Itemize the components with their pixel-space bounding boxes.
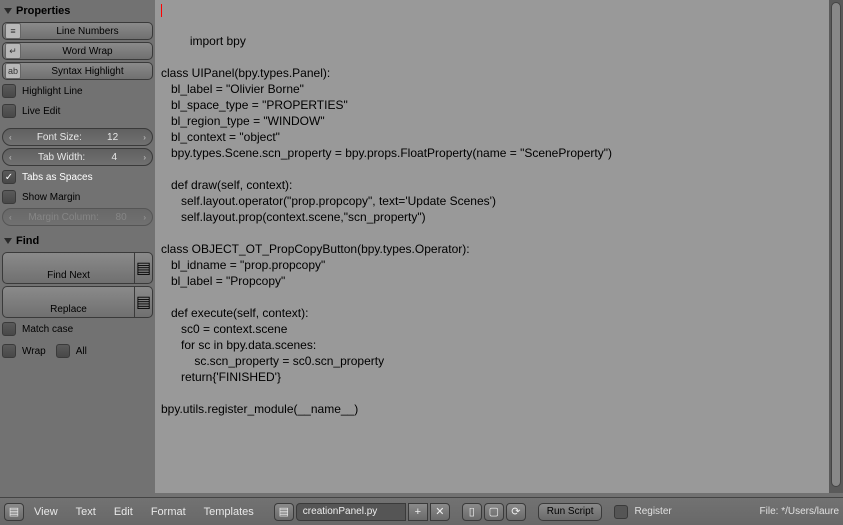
tab-width-field[interactable]: ‹ Tab Width: 4 › <box>2 148 153 166</box>
triangle-down-icon <box>4 238 12 244</box>
all-label: All <box>76 346 87 357</box>
footer-bar: ▤ View Text Edit Format Templates ▤ crea… <box>0 497 843 525</box>
chevron-right-icon[interactable]: › <box>143 153 146 162</box>
filename-field[interactable]: creationPanel.py <box>296 503 406 521</box>
refresh-button[interactable]: ⟳ <box>506 503 526 521</box>
find-title: Find <box>16 235 39 247</box>
tabs-as-spaces-label: Tabs as Spaces <box>22 172 93 183</box>
checkbox-icon <box>2 104 16 118</box>
tab-width-label: Tab Width: <box>38 152 85 163</box>
checkbox-icon <box>2 170 16 184</box>
checkbox-icon <box>2 84 16 98</box>
replace-settings-button[interactable]: ▤ <box>135 286 153 318</box>
match-case-label: Match case <box>22 324 73 335</box>
triangle-down-icon <box>4 8 12 14</box>
menu-edit[interactable]: Edit <box>106 506 141 518</box>
show-margin-label: Show Margin <box>22 192 80 203</box>
sidebar: Properties ≡ Line Numbers ↵ Word Wrap ab… <box>0 0 155 493</box>
font-size-field[interactable]: ‹ Font Size: 12 › <box>2 128 153 146</box>
properties-title: Properties <box>16 5 70 17</box>
line-numbers-icon: ≡ <box>5 23 21 39</box>
highlight-line-label: Highlight Line <box>22 86 83 97</box>
checkbox-icon <box>2 322 16 336</box>
menu-templates[interactable]: Templates <box>196 506 262 518</box>
all-check[interactable]: All <box>56 342 87 360</box>
menu-format[interactable]: Format <box>143 506 194 518</box>
font-size-value: 12 <box>107 132 118 143</box>
show-margin-check[interactable]: Show Margin <box>2 188 153 206</box>
editor-type-button[interactable]: ▤ <box>4 503 24 521</box>
font-size-label: Font Size: <box>37 132 82 143</box>
live-edit-check[interactable]: Live Edit <box>2 102 153 120</box>
vertical-scrollbar[interactable] <box>829 0 843 493</box>
text-icon: ▤ <box>136 292 151 312</box>
find-next-group: Find Next ▤ <box>2 252 153 284</box>
line-numbers-label: Line Numbers <box>23 26 152 37</box>
margin-column-label: Margin Column: <box>28 212 99 223</box>
refresh-icon: ⟳ <box>511 505 520 518</box>
wrap-check[interactable]: Wrap <box>2 342 46 360</box>
text-editor[interactable]: import bpy class UIPanel(bpy.types.Panel… <box>155 0 843 493</box>
replace-group: Replace ▤ <box>2 286 153 318</box>
menu-view[interactable]: View <box>26 506 66 518</box>
register-label: Register <box>634 506 671 517</box>
scrollbar-thumb[interactable] <box>831 2 841 487</box>
properties-panel-header[interactable]: Properties <box>2 2 153 20</box>
replace-button[interactable]: Replace <box>2 286 135 318</box>
replace-label: Replace <box>50 304 87 315</box>
line-numbers-button[interactable]: ≡ Line Numbers <box>2 22 153 40</box>
find-next-button[interactable]: Find Next <box>2 252 135 284</box>
unlink-text-button[interactable]: ✕ <box>430 503 450 521</box>
word-wrap-button[interactable]: ↵ Word Wrap <box>2 42 153 60</box>
word-wrap-label: Word Wrap <box>23 46 152 57</box>
live-edit-label: Live Edit <box>22 106 60 117</box>
margin-column-field: ‹ Margin Column: 80 › <box>2 208 153 226</box>
find-next-label: Find Next <box>47 270 90 281</box>
syntax-highlight-icon: ab <box>5 63 21 79</box>
add-text-button[interactable]: + <box>408 503 428 521</box>
chevron-left-icon: ‹ <box>9 213 12 222</box>
checkbox-icon <box>2 190 16 204</box>
word-wrap-icon: ↵ <box>5 43 21 59</box>
register-checkbox[interactable] <box>614 505 628 519</box>
highlight-line-check[interactable]: Highlight Line <box>2 82 153 100</box>
text-icon: ▤ <box>279 505 289 518</box>
plus-icon: + <box>415 506 421 518</box>
open-text-button[interactable]: ▢ <box>484 503 504 521</box>
run-script-button[interactable]: Run Script <box>538 503 603 521</box>
find-settings-button[interactable]: ▤ <box>135 252 153 284</box>
folder-icon: ▢ <box>489 505 499 518</box>
checkbox-icon <box>56 344 70 358</box>
tab-width-value: 4 <box>111 152 117 163</box>
datablock-browse-button[interactable]: ▤ <box>274 503 294 521</box>
syntax-highlight-button[interactable]: ab Syntax Highlight <box>2 62 153 80</box>
syntax-highlight-label: Syntax Highlight <box>23 66 152 77</box>
run-script-label: Run Script <box>547 506 594 517</box>
match-case-check[interactable]: Match case <box>2 320 153 338</box>
page-icon: ▯ <box>469 505 475 518</box>
text-icon: ▤ <box>136 258 151 278</box>
wrap-label: Wrap <box>22 346 46 357</box>
code-content: import bpy class UIPanel(bpy.types.Panel… <box>161 34 612 416</box>
chevron-right-icon[interactable]: › <box>143 133 146 142</box>
chevron-right-icon: › <box>143 213 146 222</box>
file-path-label: File: */Users/laure <box>760 506 839 517</box>
filename-value: creationPanel.py <box>303 506 378 517</box>
new-text-button[interactable]: ▯ <box>462 503 482 521</box>
find-panel-header[interactable]: Find <box>2 232 153 250</box>
text-editor-icon: ▤ <box>9 505 19 518</box>
margin-column-value: 80 <box>116 212 127 223</box>
tabs-as-spaces-check[interactable]: Tabs as Spaces <box>2 168 153 186</box>
cursor-icon <box>161 4 162 17</box>
chevron-left-icon[interactable]: ‹ <box>9 133 12 142</box>
chevron-left-icon[interactable]: ‹ <box>9 153 12 162</box>
checkbox-icon <box>2 344 16 358</box>
menu-text[interactable]: Text <box>68 506 104 518</box>
x-icon: ✕ <box>435 505 444 518</box>
